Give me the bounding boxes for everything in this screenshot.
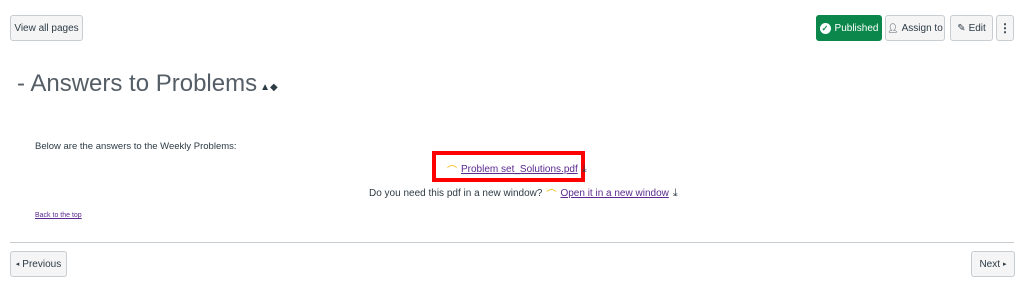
file-link[interactable]: Problem set_Solutions.pdf — [461, 164, 578, 175]
next-button[interactable]: Next ▸ — [971, 251, 1015, 277]
person-icon: 👤︎ — [887, 22, 899, 33]
check-icon: ✓ — [819, 22, 831, 34]
edit-label: Edit — [968, 22, 986, 34]
previous-button[interactable]: ◂ Previous — [10, 251, 67, 277]
back-to-top-link[interactable]: Back to the top — [35, 212, 82, 219]
accessibility-icon: ▲◆ — [260, 81, 278, 93]
view-all-pages-button[interactable]: View all pages — [10, 15, 83, 41]
page-title-text: - Answers to Problems — [17, 70, 258, 97]
preview-icon[interactable]: ⌒ — [447, 162, 457, 177]
file-link-row: ⌒ Problem set_Solutions.pdf ⤓ — [447, 162, 587, 177]
download-icon[interactable]: ⤓ — [582, 163, 587, 176]
view-all-pages-label: View all pages — [14, 22, 79, 34]
assign-to-button[interactable]: 👤︎ Assign to — [885, 15, 945, 41]
chevron-right-icon: ▸ — [1003, 261, 1007, 268]
page-title: - Answers to Problems ▲◆ — [17, 70, 278, 98]
divider — [10, 242, 1014, 243]
published-label: Published — [834, 22, 879, 34]
preview-icon[interactable]: ⌒ — [546, 186, 556, 201]
assign-to-label: Assign to — [901, 22, 943, 34]
published-button[interactable]: ✓ Published — [816, 15, 882, 41]
kebab-icon: ⋮ — [999, 21, 1011, 35]
new-window-question: Do you need this pdf in a new window? — [369, 188, 543, 199]
intro-text: Below are the answers to the Weekly Prob… — [35, 141, 237, 152]
chevron-left-icon: ◂ — [15, 261, 20, 268]
edit-button[interactable]: ✎ Edit — [950, 15, 993, 41]
more-options-button[interactable]: ⋮ — [996, 15, 1014, 41]
pencil-icon: ✎ — [957, 22, 966, 34]
previous-label: Previous — [22, 258, 62, 270]
new-window-row: Do you need this pdf in a new window? ⌒ … — [369, 186, 678, 201]
download-icon[interactable]: ⤓ — [673, 187, 678, 200]
open-new-window-link[interactable]: Open it in a new window — [560, 188, 668, 199]
next-label: Next — [979, 258, 1001, 270]
